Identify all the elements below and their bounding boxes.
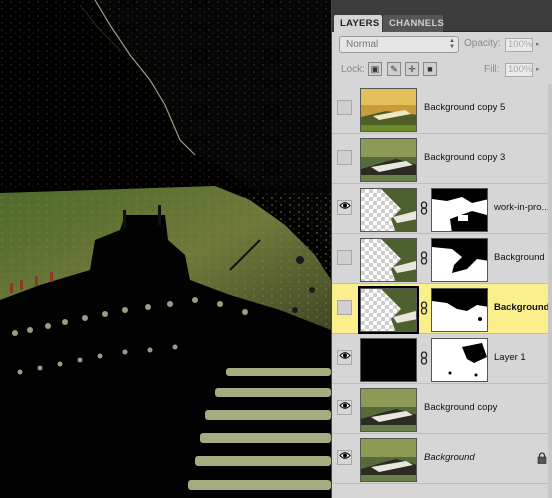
layers-scrollbar[interactable] bbox=[548, 84, 552, 498]
layer-mask-thumbnail[interactable] bbox=[431, 238, 488, 282]
eye-icon[interactable] bbox=[337, 200, 352, 215]
blend-mode-value: Normal bbox=[346, 39, 379, 50]
layer-thumbnail[interactable] bbox=[360, 138, 417, 182]
layer-mask-thumbnail[interactable] bbox=[431, 338, 488, 382]
layer-row[interactable]: Background copy bbox=[332, 384, 552, 434]
visibility-toggle[interactable] bbox=[337, 100, 352, 115]
blend-mode-select[interactable]: Normal ▲ ▼ bbox=[339, 36, 459, 53]
chain-link-icon[interactable] bbox=[420, 251, 428, 265]
opacity-field[interactable]: 100% bbox=[505, 38, 533, 52]
layer-list: Background copy 5 Background copy 3 work-i… bbox=[332, 84, 552, 484]
layer-row[interactable]: Background copy 5 bbox=[332, 84, 552, 134]
layer-row[interactable]: Background... bbox=[332, 284, 552, 334]
lock-transparent-icon[interactable]: ▣ bbox=[368, 62, 382, 76]
eye-icon[interactable] bbox=[337, 450, 352, 465]
chain-link-icon[interactable] bbox=[420, 201, 428, 215]
lock-all-icon[interactable]: ■ bbox=[423, 62, 437, 76]
lock-icon bbox=[537, 451, 547, 464]
layer-name[interactable]: Layer 1 bbox=[494, 352, 526, 363]
blend-row: Normal ▲ ▼ Opacity: 100% ▸ bbox=[332, 36, 552, 54]
layer-thumbnail[interactable] bbox=[358, 286, 419, 334]
eye-icon[interactable] bbox=[337, 400, 352, 415]
select-arrows-icon: ▲ ▼ bbox=[449, 38, 455, 50]
visibility-toggle[interactable] bbox=[337, 300, 352, 315]
layer-name[interactable]: Background copy 5 bbox=[424, 102, 505, 113]
eye-icon[interactable] bbox=[337, 350, 352, 365]
canvas-image bbox=[0, 0, 331, 498]
layer-thumbnail[interactable] bbox=[360, 238, 417, 282]
chain-link-icon[interactable] bbox=[420, 301, 428, 315]
visibility-toggle[interactable] bbox=[337, 150, 352, 165]
layer-thumbnail[interactable] bbox=[360, 88, 417, 132]
opacity-spin-icon[interactable]: ▸ bbox=[536, 38, 544, 52]
visibility-toggle[interactable] bbox=[337, 250, 352, 265]
lock-paint-icon[interactable]: ✎ bbox=[387, 62, 401, 76]
layer-row[interactable]: Background ... bbox=[332, 234, 552, 284]
layer-name[interactable]: Background ... bbox=[494, 252, 552, 263]
lock-label: Lock: bbox=[341, 64, 365, 75]
layer-thumbnail[interactable] bbox=[360, 188, 417, 232]
layer-row[interactable]: work-in-pro... bbox=[332, 184, 552, 234]
fill-spin-icon[interactable]: ▸ bbox=[536, 63, 544, 77]
opacity-label: Opacity: bbox=[464, 38, 501, 49]
layer-name[interactable]: Background copy 3 bbox=[424, 152, 505, 163]
layer-name[interactable]: Background bbox=[424, 452, 475, 463]
tab-channels[interactable]: CHANNELS bbox=[383, 15, 444, 32]
layer-row[interactable]: Layer 1 bbox=[332, 334, 552, 384]
layer-mask-thumbnail[interactable] bbox=[431, 288, 488, 332]
layer-row[interactable]: Background copy 3 bbox=[332, 134, 552, 184]
layer-row[interactable]: Background bbox=[332, 434, 552, 484]
layer-thumbnail[interactable] bbox=[360, 438, 417, 482]
panel-tab-bar: LAYERS CHANNELS bbox=[332, 0, 552, 32]
lock-move-icon[interactable]: ✛ bbox=[405, 62, 419, 76]
layer-name[interactable]: work-in-pro... bbox=[494, 202, 549, 213]
lock-row: Lock: ▣ ✎ ✛ ■ Fill: 100% ▸ bbox=[332, 61, 552, 79]
layer-name[interactable]: Background copy bbox=[424, 402, 497, 413]
layer-name[interactable]: Background... bbox=[494, 302, 552, 313]
layer-mask-thumbnail[interactable] bbox=[431, 188, 488, 232]
layer-thumbnail[interactable] bbox=[360, 338, 417, 382]
chain-link-icon[interactable] bbox=[420, 351, 428, 365]
layers-panel: LAYERS CHANNELS Normal ▲ ▼ Opacity: 100% … bbox=[331, 0, 552, 498]
fill-field[interactable]: 100% bbox=[505, 63, 533, 77]
layer-thumbnail[interactable] bbox=[360, 388, 417, 432]
document-canvas[interactable] bbox=[0, 0, 331, 498]
tab-layers[interactable]: LAYERS bbox=[334, 15, 382, 32]
fill-label: Fill: bbox=[484, 64, 500, 75]
